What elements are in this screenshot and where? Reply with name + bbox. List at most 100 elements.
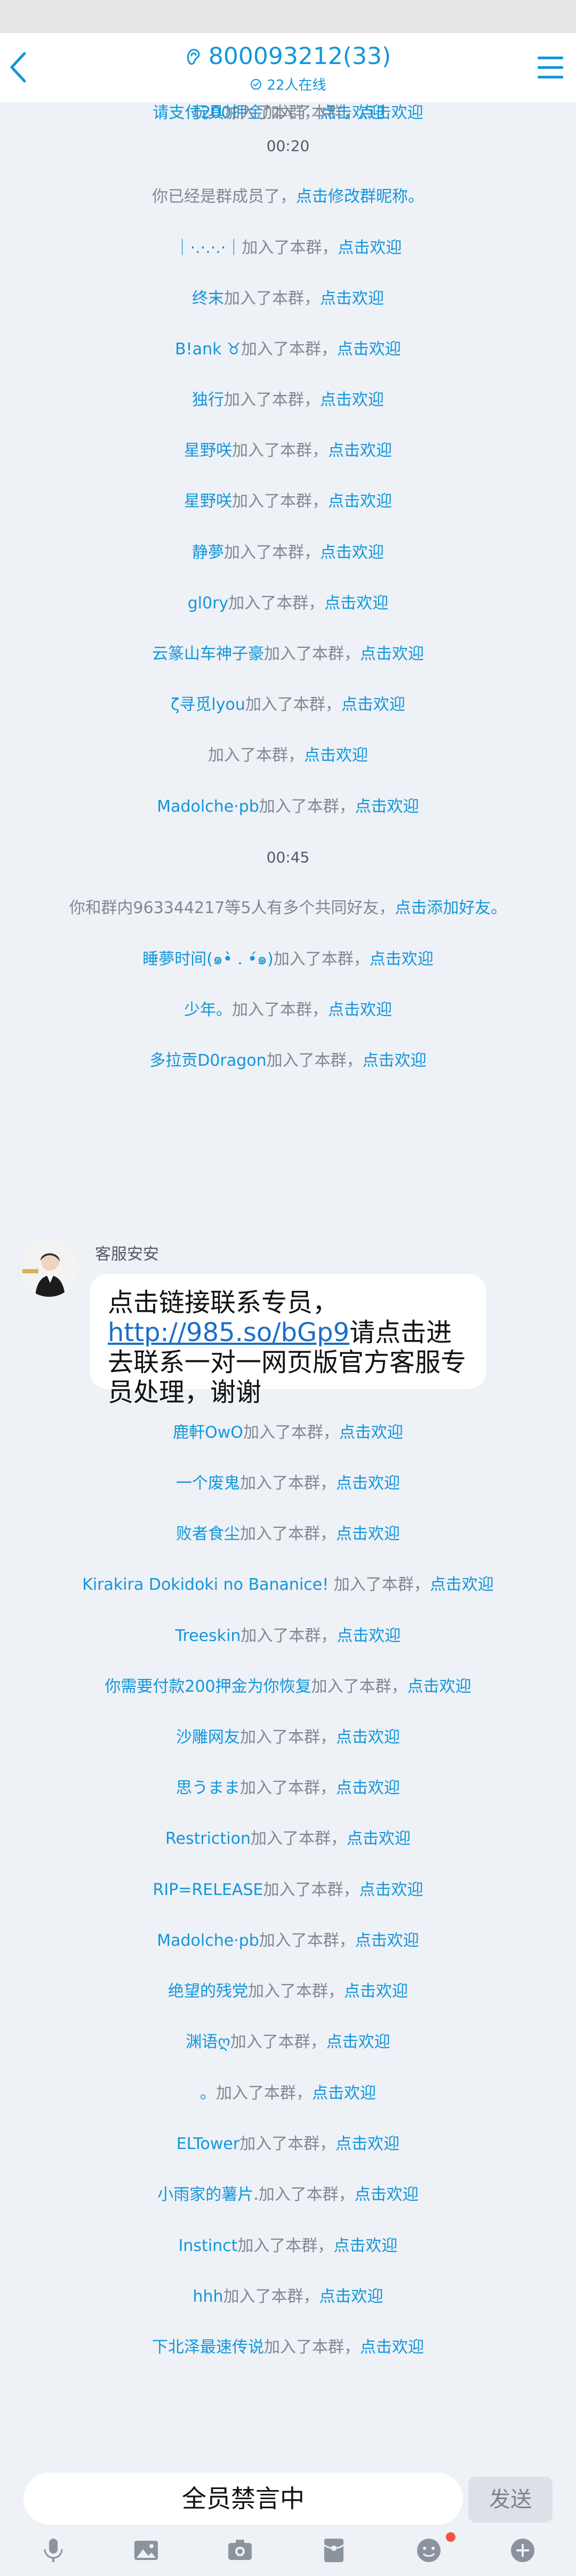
- member-join-notice: 玩具加入了本群，点击欢迎: [0, 102, 576, 124]
- member-name[interactable]: 星野咲: [184, 441, 232, 460]
- member-name[interactable]: 独行: [192, 391, 224, 409]
- red-packet-icon[interactable]: [319, 2535, 349, 2565]
- member-join-notice: gl0ry加入了本群，点击欢迎: [0, 593, 576, 614]
- welcome-link[interactable]: 点击欢迎: [360, 2338, 424, 2357]
- member-name[interactable]: ELTower: [177, 2135, 239, 2153]
- member-name[interactable]: Treeskin: [175, 1627, 241, 1645]
- welcome-link[interactable]: 点击欢迎: [335, 2135, 399, 2153]
- member-join-notice: ELTower加入了本群，点击欢迎: [0, 2134, 576, 2155]
- welcome-link[interactable]: 点击欢迎: [355, 2185, 419, 2204]
- member-name[interactable]: 思うまま: [176, 1779, 240, 1797]
- member-name[interactable]: 沙雕网友: [176, 1728, 240, 1747]
- welcome-link[interactable]: 点击欢迎: [328, 492, 392, 511]
- welcome-link[interactable]: 点击欢迎: [328, 1001, 392, 1019]
- member-name[interactable]: ｜·.·.·.·｜: [174, 239, 242, 257]
- welcome-link[interactable]: 点击欢迎: [430, 1575, 494, 1594]
- welcome-link[interactable]: 点击欢迎: [336, 1779, 400, 1797]
- welcome-link[interactable]: 点击欢迎: [355, 1931, 419, 1950]
- welcome-link[interactable]: 点击欢迎: [320, 289, 384, 308]
- welcome-link[interactable]: 点击欢迎: [363, 1051, 427, 1070]
- member-name[interactable]: 云篆山车神子豪: [152, 645, 264, 663]
- welcome-link[interactable]: 点击欢迎: [304, 746, 368, 765]
- welcome-link[interactable]: 点击欢迎: [359, 1881, 423, 1899]
- camera-icon[interactable]: [225, 2535, 255, 2565]
- welcome-link[interactable]: 点击欢迎: [344, 1982, 408, 2001]
- member-name[interactable]: 多拉贡D0ragon: [149, 1051, 266, 1070]
- welcome-link[interactable]: 点击欢迎: [336, 1525, 400, 1543]
- welcome-link[interactable]: 点击欢迎: [360, 645, 424, 663]
- member-name[interactable]: Instinct: [179, 2237, 238, 2255]
- chat-area[interactable]: 00:20 你已经是群成员了，点击修改群昵称。 ｜·.·.·.·｜加入了本群，点击欢…: [0, 102, 576, 2472]
- member-name[interactable]: 你需要付款200押金为你恢复: [105, 1677, 311, 1696]
- join-text: 加入了本群，: [241, 1627, 337, 1645]
- image-icon[interactable]: [131, 2535, 161, 2565]
- member-join-notice: 睡夢时间(๑•̀ . •́๑)加入了本群，点击欢迎: [0, 949, 576, 970]
- menu-icon[interactable]: [535, 54, 565, 81]
- member-name[interactable]: Madolche·pb: [157, 1931, 259, 1950]
- welcome-link[interactable]: 点击欢迎: [347, 1829, 411, 1848]
- welcome-link[interactable]: 点击欢迎: [370, 950, 434, 969]
- member-name[interactable]: Restriction: [165, 1829, 251, 1848]
- welcome-link[interactable]: 点击欢迎: [324, 594, 388, 613]
- member-name[interactable]: 一个废鬼: [176, 1474, 240, 1493]
- member-join-notice: 小雨家的薯片.加入了本群，点击欢迎: [0, 2184, 576, 2206]
- member-name[interactable]: 鹿軒OwO: [173, 1423, 243, 1442]
- member-name[interactable]: Kirakira Dokidoki no Bananice!: [82, 1575, 329, 1594]
- welcome-link[interactable]: 点击欢迎: [355, 797, 419, 816]
- member-name[interactable]: 睡夢时间(๑•̀ . •́๑): [142, 950, 274, 969]
- microphone-icon[interactable]: [38, 2535, 68, 2565]
- member-name[interactable]: 终末: [192, 289, 224, 308]
- member-name[interactable]: ζ寻觅lyou: [171, 695, 245, 714]
- welcome-link[interactable]: 点击欢迎: [407, 1677, 471, 1696]
- member-name[interactable]: B!ank ♉: [175, 340, 241, 359]
- chat-header: 800093212(33) 22人在线: [0, 33, 576, 102]
- welcome-link[interactable]: 点击欢迎: [320, 543, 384, 562]
- avatar[interactable]: [20, 1239, 78, 1297]
- welcome-link[interactable]: 点击欢迎: [336, 1728, 400, 1747]
- member-name[interactable]: 。: [200, 2084, 216, 2103]
- welcome-link[interactable]: 点击欢迎: [337, 1627, 401, 1645]
- emoji-icon[interactable]: [414, 2535, 444, 2565]
- member-name[interactable]: 渊语ღ: [186, 2033, 230, 2051]
- member-name[interactable]: 小雨家的薯片.: [157, 2185, 259, 2204]
- welcome-link[interactable]: 点击欢迎: [336, 1474, 400, 1493]
- join-text: 加入了本群，: [263, 1881, 359, 1899]
- welcome-link[interactable]: 点击欢迎: [338, 239, 402, 257]
- member-name[interactable]: Madolche·pb: [157, 797, 259, 816]
- member-name[interactable]: 绝望的残党: [168, 1982, 248, 2001]
- online-status-icon: [251, 78, 262, 90]
- member-name[interactable]: 下北泽最速传说: [152, 2338, 264, 2357]
- member-join-notice: 一个废鬼加入了本群，点击欢迎: [0, 1473, 576, 1494]
- welcome-link[interactable]: 点击欢迎: [319, 2287, 383, 2306]
- welcome-link[interactable]: 点击欢迎: [333, 2237, 397, 2255]
- send-button[interactable]: 发送: [468, 2477, 553, 2523]
- member-join-notice: ｜·.·.·.·｜加入了本群，点击欢迎: [0, 237, 576, 259]
- member-join-notice: Madolche·pb加入了本群，点击欢迎: [0, 796, 576, 818]
- welcome-link[interactable]: 点击欢迎: [326, 2033, 390, 2051]
- welcome-link[interactable]: 点击欢迎: [339, 1423, 403, 1442]
- message-input[interactable]: 全员禁言中: [23, 2472, 463, 2525]
- notice-link[interactable]: 点击添加好友。: [395, 899, 507, 917]
- group-title[interactable]: 800093212(33): [209, 43, 391, 70]
- member-name[interactable]: gl0ry: [188, 594, 229, 613]
- message-link[interactable]: http://985.so/bGp9: [108, 1318, 349, 1348]
- welcome-link[interactable]: 点击欢迎: [328, 441, 392, 460]
- timestamp: 00:20: [266, 137, 310, 155]
- member-name[interactable]: 星野咲: [184, 492, 232, 511]
- message-bubble[interactable]: 点击链接联系专员，http://985.so/bGp9请点击进去联系一对一网页版…: [90, 1274, 486, 1407]
- member-name[interactable]: RIP=RELEASE: [153, 1881, 263, 1899]
- welcome-link[interactable]: 点击欢迎: [320, 391, 384, 409]
- welcome-link[interactable]: 点击欢迎: [341, 695, 405, 714]
- welcome-link[interactable]: 点击欢迎: [312, 2084, 376, 2103]
- member-name[interactable]: 玩具: [192, 104, 224, 122]
- welcome-link[interactable]: 点击欢迎: [337, 340, 401, 359]
- join-text: 加入了本群，: [223, 2287, 319, 2306]
- notice-link[interactable]: 点击修改群昵称。: [296, 187, 424, 206]
- member-name[interactable]: 静夢: [192, 543, 224, 562]
- member-name[interactable]: 少年。: [184, 1001, 232, 1019]
- member-join-notice: 鹿軒OwO加入了本群，点击欢迎: [0, 1422, 576, 1444]
- plus-icon[interactable]: [508, 2535, 538, 2565]
- member-name[interactable]: hhh: [193, 2287, 223, 2306]
- welcome-link[interactable]: 点击欢迎: [320, 104, 384, 122]
- member-name[interactable]: 败者食尘: [176, 1525, 240, 1543]
